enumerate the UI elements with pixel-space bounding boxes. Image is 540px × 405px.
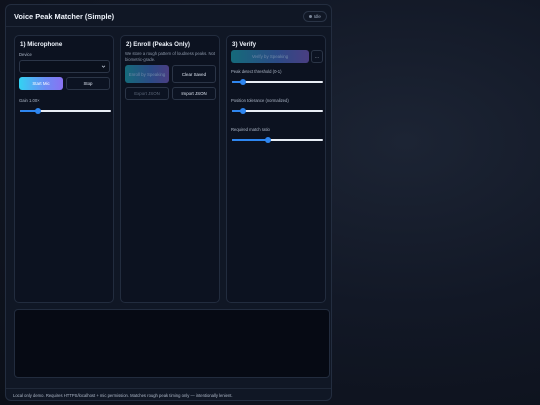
clear-saved-button[interactable]: Clear Saved — [172, 65, 216, 83]
gain-slider-thumb[interactable] — [35, 108, 42, 114]
app-footer: Local only demo. Requires HTTPS/localhos… — [6, 388, 331, 402]
tolerance-label: Position tolerance (normalized) — [231, 98, 289, 103]
verify-title: 3) Verify — [232, 41, 257, 48]
enroll-title: 2) Enroll (Peaks Only) — [126, 41, 190, 48]
gain-label: Gain 1.00× — [19, 98, 40, 103]
footer-text: Local only demo. Requires HTTPS/localhos… — [13, 393, 233, 398]
app-window: Voice Peak Matcher (Simple) Idle 1) Micr… — [5, 4, 332, 401]
device-select[interactable] — [19, 60, 110, 73]
export-json-button[interactable]: Export JSON — [125, 87, 169, 100]
microphone-title: 1) Microphone — [20, 41, 63, 48]
gain-slider[interactable] — [20, 108, 111, 114]
microphone-panel: 1) Microphone Device Start Mic Stop Gain… — [14, 35, 114, 303]
threshold-label: Peak detect threshold (0-1) — [231, 69, 282, 74]
tolerance-slider-thumb[interactable] — [239, 108, 246, 114]
start-mic-button[interactable]: Start Mic — [19, 77, 63, 90]
more-options-button[interactable]: … — [311, 50, 323, 63]
chevron-down-icon — [101, 65, 106, 68]
tolerance-slider[interactable] — [232, 108, 323, 114]
import-json-button[interactable]: Import JSON — [172, 87, 216, 100]
output-log-panel — [14, 309, 330, 378]
app-title: Voice Peak Matcher (Simple) — [14, 12, 115, 21]
ratio-slider-fill — [232, 139, 269, 141]
enroll-panel: 2) Enroll (Peaks Only) We store a rough … — [120, 35, 220, 303]
status-badge: Idle — [302, 11, 327, 22]
ratio-label: Required match ratio — [231, 127, 270, 132]
app-header: Voice Peak Matcher (Simple) Idle — [6, 5, 331, 27]
ratio-slider[interactable] — [232, 137, 323, 143]
enroll-by-speaking-button[interactable]: Enroll by Speaking — [125, 65, 169, 83]
status-text: Idle — [313, 14, 321, 19]
device-label: Device — [19, 52, 32, 57]
stop-button[interactable]: Stop — [66, 77, 110, 90]
threshold-slider-thumb[interactable] — [239, 79, 246, 85]
verify-by-speaking-button[interactable]: Verify by Speaking — [231, 50, 309, 63]
enroll-description: We store a rough pattern of loudness pea… — [125, 51, 216, 62]
verify-panel: 3) Verify Verify by Speaking … Peak dete… — [226, 35, 326, 303]
status-dot-icon — [308, 15, 312, 18]
threshold-slider[interactable] — [232, 79, 323, 85]
ratio-slider-thumb[interactable] — [265, 137, 272, 143]
